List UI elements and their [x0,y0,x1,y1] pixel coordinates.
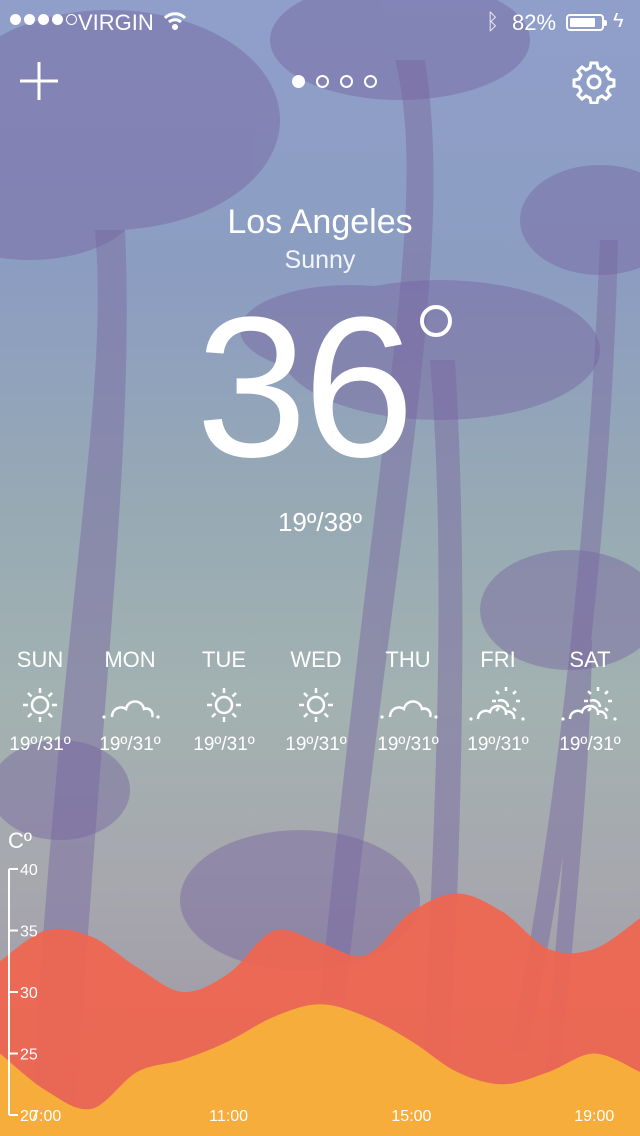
battery-icon [566,14,607,31]
forecast-day-label: TUE [202,647,246,672]
settings-button[interactable] [572,60,616,104]
add-location-button[interactable] [18,60,60,102]
signal-strength-icon [10,14,77,25]
page-dot-2[interactable] [316,75,329,88]
page-indicator[interactable] [292,75,377,88]
status-bar: VIRGIN ᛒ 82% ϟ [0,0,640,44]
forecast-day-sun[interactable]: SUN 19º/31º [0,647,86,756]
city-name: Los Angeles [227,203,413,241]
forecast-temperature-range: 19º/31º [193,734,255,755]
forecast-temperature-range: 19º/31º [377,734,439,755]
forecast-day-label: THU [385,647,431,672]
x-tick-label: 11:00 [209,1108,248,1125]
plus-icon [20,62,58,100]
y-tick-label: 25 [20,1047,38,1064]
forecast-day-thu[interactable]: THU 19º/31º [362,647,454,756]
forecast-temperature-range: 19º/31º [559,734,621,755]
today-temperature-range: 19º/38º [277,507,363,537]
temperature-chart: 40353025207:00 11:00 15:00 19:00 [0,862,640,1136]
y-tick-label: 30 [20,985,38,1002]
wifi-icon [163,12,187,30]
forecast-day-label: MON [104,647,156,672]
forecast-day-label: WED [290,647,342,672]
forecast-temperature-range: 19º/31º [467,734,529,755]
carrier-name: VIRGIN [78,10,154,35]
gear-icon [572,61,616,104]
x-tick-label: 15:00 [391,1108,431,1125]
battery-percentage: 82% [512,10,557,35]
forecast-day-fri[interactable]: FRI 19º/31º [452,647,544,756]
battery-fill [570,18,595,27]
forecast-temperature-range: 19º/31º [9,734,71,755]
degree-symbol [420,305,452,337]
sun-icon [23,688,57,722]
current-temperature: 36 [196,276,414,499]
y-tick-label: 35 [20,924,38,941]
page-dot-1[interactable] [292,75,305,88]
bluetooth-icon: ᛒ [486,9,500,34]
forecast-temperature-range: 19º/31º [99,734,161,755]
cloud-icon [102,700,160,719]
partly-cloudy-icon [469,687,525,721]
forecast-day-label: FRI [480,647,516,672]
sun-icon [299,688,333,722]
page-dot-4[interactable] [364,75,377,88]
forecast-day-label: SAT [569,647,611,672]
partly-cloudy-icon [561,687,617,721]
forecast-day-tue[interactable]: TUE 19º/31º [178,647,270,756]
weather-condition: Sunny [284,246,356,274]
forecast-day-wed[interactable]: WED 19º/31º [270,647,362,756]
forecast-temperature-range: 19º/31º [285,734,347,755]
cloud-icon [380,700,438,719]
forecast-day-sat[interactable]: SAT 19º/31º [544,647,636,756]
x-tick-label: 19:00 [574,1108,614,1125]
sun-icon [207,688,241,722]
chart-unit-label: Cº [8,828,32,853]
forecast-day-mon[interactable]: MON 19º/31º [84,647,176,756]
charging-icon: ϟ [613,10,624,32]
y-tick-label: 40 [20,862,38,879]
page-dot-3[interactable] [340,75,353,88]
x-tick-label: 7:00 [30,1108,61,1125]
forecast-day-label: SUN [16,647,64,672]
